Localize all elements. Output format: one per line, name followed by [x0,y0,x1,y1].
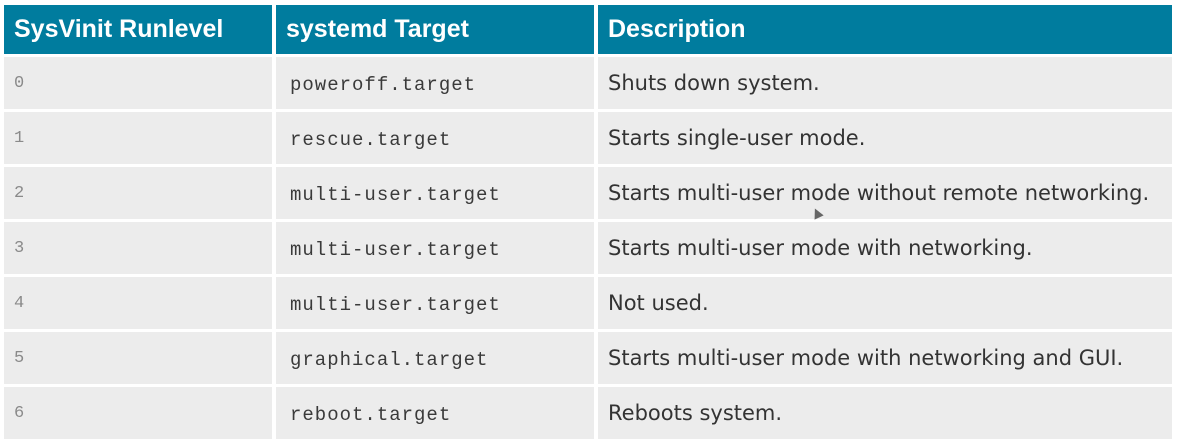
table-row: 1 rescue.target Starts single-user mode. [4,112,1172,167]
description-cell: Starts multi-user mode with networking a… [598,332,1172,384]
runlevel-cell: 6 [4,387,272,439]
table-row: 4 multi-user.target Not used. [4,277,1172,332]
table-row: 5 graphical.target Starts multi-user mod… [4,332,1172,387]
target-cell: multi-user.target [276,277,594,329]
header-sysvinit-runlevel: SysVinit Runlevel [4,5,272,54]
runlevel-cell: 1 [4,112,272,164]
runlevel-cell: 3 [4,222,272,274]
description-cell: Shuts down system. [598,57,1172,109]
table-row: 3 multi-user.target Starts multi-user mo… [4,222,1172,277]
target-cell: multi-user.target [276,222,594,274]
table-header-row: SysVinit Runlevel systemd Target Descrip… [4,5,1172,57]
table-row: 0 poweroff.target Shuts down system. [4,57,1172,112]
target-cell: poweroff.target [276,57,594,109]
description-cell: Starts multi-user mode with networking. [598,222,1172,274]
description-cell: Reboots system. [598,387,1172,439]
runlevel-cell: 0 [4,57,272,109]
target-cell: reboot.target [276,387,594,439]
description-cell: Starts multi-user mode without remote ne… [598,167,1172,219]
target-cell: multi-user.target [276,167,594,219]
header-description: Description [598,5,1172,54]
runlevel-cell: 2 [4,167,272,219]
runlevel-cell: 4 [4,277,272,329]
target-cell: rescue.target [276,112,594,164]
table-row: 6 reboot.target Reboots system. [4,387,1172,442]
description-cell: Starts single-user mode. [598,112,1172,164]
runlevel-cell: 5 [4,332,272,384]
header-systemd-target: systemd Target [276,5,594,54]
table-row: 2 multi-user.target Starts multi-user mo… [4,167,1172,222]
description-cell: Not used. [598,277,1172,329]
runlevel-target-table: SysVinit Runlevel systemd Target Descrip… [4,5,1172,442]
target-cell: graphical.target [276,332,594,384]
